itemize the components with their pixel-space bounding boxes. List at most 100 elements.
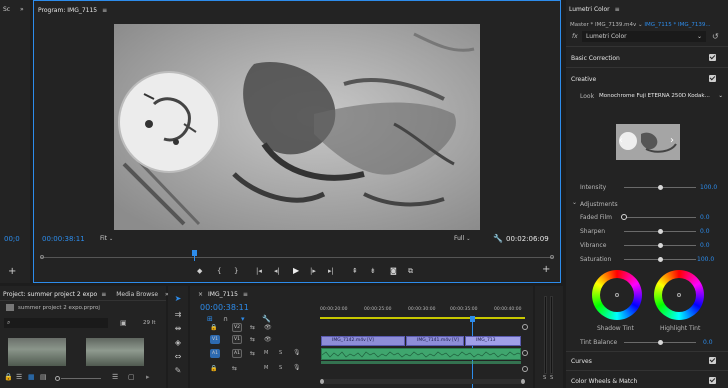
project-thumbnail[interactable]	[8, 338, 66, 366]
saturation-slider-handle[interactable]	[658, 257, 663, 262]
faded-film-value[interactable]: 0.0	[700, 214, 710, 221]
step-back-icon[interactable]: ◂|	[274, 267, 280, 275]
timeline-settings-wrench-icon[interactable]: 🔧	[262, 315, 271, 323]
clip-audio[interactable]	[321, 348, 521, 360]
shadow-tint-wheel[interactable]	[592, 270, 642, 320]
zoom-slider-track[interactable]	[61, 378, 101, 379]
look-next-icon[interactable]: ›	[670, 135, 674, 146]
marker-icon[interactable]: ◆	[197, 267, 202, 275]
go-to-out-icon[interactable]: ▸|	[328, 267, 334, 275]
project-thumbnail[interactable]	[86, 338, 144, 366]
section-color-wheels-match[interactable]: Color Wheels & Match	[571, 378, 637, 385]
section-basic-correction[interactable]: Basic Correction	[571, 55, 620, 62]
new-bin-icon[interactable]: ▣	[120, 319, 127, 327]
color-wheels-checkbox[interactable]	[709, 377, 716, 384]
timeline-tab[interactable]: × IMG_7115 ≡	[198, 287, 248, 301]
go-to-in-icon[interactable]: |◂	[256, 267, 262, 275]
mute-button[interactable]: M	[264, 350, 268, 356]
icon-view-icon[interactable]: ▦	[28, 373, 35, 381]
snap-icon[interactable]: ⊞	[207, 315, 213, 323]
curves-checkbox[interactable]	[709, 357, 716, 364]
mute-button[interactable]: M	[264, 365, 268, 371]
settings-icon[interactable]: ⧉	[408, 267, 413, 276]
new-item-icon[interactable]: ▢	[128, 373, 135, 381]
clip-video[interactable]: IMG_7142.m4v [V]	[321, 336, 405, 346]
out-point-icon[interactable]: }	[234, 267, 238, 275]
track-a1-target[interactable]: A1	[210, 349, 220, 358]
scrub-end-handle[interactable]	[550, 255, 554, 259]
look-previous-icon[interactable]: ‹	[619, 135, 623, 146]
solo-button[interactable]: S	[279, 350, 282, 356]
tint-balance-slider-handle[interactable]	[658, 340, 663, 345]
work-area-bar[interactable]	[320, 317, 525, 319]
sync-lock-icon[interactable]: ⇆	[250, 324, 255, 331]
track-v1-label[interactable]: V1	[232, 335, 242, 344]
creative-checkbox[interactable]	[709, 75, 716, 82]
microphone-icon[interactable]: 🎙	[293, 364, 301, 371]
program-monitor-tab[interactable]: Program: IMG_7115 ≡	[38, 3, 107, 17]
extract-icon[interactable]: ⇟	[370, 267, 376, 275]
slip-tool-icon[interactable]: ⇔	[171, 352, 185, 364]
sync-lock-icon[interactable]: ⇆	[232, 365, 237, 372]
sync-lock-icon[interactable]: ⇆	[250, 336, 255, 343]
lock-icon[interactable]: 🔒	[4, 373, 13, 381]
close-icon[interactable]: ×	[198, 291, 203, 298]
scrollbar-handle-right[interactable]	[521, 379, 525, 384]
track-a1-label[interactable]: A1	[232, 349, 242, 358]
lumetri-tab[interactable]: Lumetri Color ≡	[569, 2, 620, 16]
faded-film-slider-handle[interactable]	[621, 214, 627, 220]
meter-solo-left[interactable]: S	[543, 375, 546, 381]
step-forward-icon[interactable]: |▸	[310, 267, 316, 275]
lock-icon[interactable]: 🔒	[210, 365, 217, 372]
lift-icon[interactable]: ⇞	[352, 267, 358, 275]
panel-menu-icon[interactable]: ≡	[102, 7, 107, 14]
scrollbar-handle-left[interactable]	[320, 379, 324, 384]
timeline-timecode[interactable]: 00:00:38:11	[200, 303, 249, 312]
tint-balance-value[interactable]: 0.0	[703, 339, 713, 346]
panel-menu-icon[interactable]: ≡	[243, 291, 248, 298]
lock-icon[interactable]: 🔒	[210, 324, 217, 331]
resolution-dropdown[interactable]: Full ⌄	[454, 235, 484, 244]
clip-video[interactable]: IMG_7141.m4v [V]	[406, 336, 464, 346]
eye-icon[interactable]: 👁	[264, 324, 272, 331]
clip-video[interactable]: IMG_713	[465, 336, 521, 346]
saturation-value[interactable]: 100.0	[697, 256, 714, 263]
lumetri-clip-selector[interactable]: Master * IMG_7139.m4v ⌄ IMG_7115 * IMG_7…	[570, 22, 711, 28]
scrub-start-handle[interactable]	[40, 255, 44, 259]
highlight-tint-wheel[interactable]	[654, 270, 704, 320]
program-timecode-current[interactable]: 00:00:38:11	[42, 235, 85, 243]
shadow-tint-handle[interactable]	[615, 293, 619, 297]
project-tab[interactable]: Project: summer project 2 expo ≡ Media B…	[3, 287, 169, 301]
play-icon[interactable]: ▶	[293, 266, 299, 275]
track-v2-label[interactable]: V2	[232, 323, 242, 332]
solo-button[interactable]: S	[279, 365, 282, 371]
sharpen-slider-handle[interactable]	[658, 229, 663, 234]
add-marker-icon[interactable]: ▾	[241, 315, 245, 323]
section-curves[interactable]: Curves	[571, 358, 592, 365]
timeline-ruler[interactable]: 00:00:20:00 00:00:25:00 00:00:30:00 00:0…	[320, 307, 532, 321]
chevron-down-icon[interactable]: ⌄	[572, 199, 577, 206]
clip-audio-track2[interactable]	[321, 361, 521, 364]
look-dropdown[interactable]: Monochrome Fuji ETERNA 250D Kodak... ⌄	[599, 93, 723, 99]
selection-tool-icon[interactable]: ➤	[171, 294, 185, 306]
panel-menu-icon[interactable]: ≡	[615, 6, 620, 13]
timeline-horizontal-scrollbar[interactable]	[320, 379, 525, 384]
wrench-icon[interactable]: 🔧	[493, 234, 503, 243]
media-browser-tab[interactable]: Media Browse	[116, 291, 158, 298]
track-select-tool-icon[interactable]: ⇉	[171, 310, 185, 322]
linked-selection-icon[interactable]: ∩	[223, 315, 228, 323]
meter-solo-right[interactable]: S	[550, 375, 553, 381]
adjustments-label[interactable]: Adjustments	[580, 201, 618, 208]
add-button-left[interactable]: +	[8, 266, 16, 277]
vibrance-slider-handle[interactable]	[658, 243, 663, 248]
highlight-tint-handle[interactable]	[677, 293, 681, 297]
fx-effect-dropdown[interactable]: Lumetri Color ⌄	[582, 31, 706, 42]
basic-correction-checkbox[interactable]	[709, 54, 716, 61]
list-view-icon[interactable]: ☰	[16, 373, 22, 381]
razor-tool-icon[interactable]: ◈	[171, 338, 185, 350]
freeform-view-icon[interactable]: ▤	[40, 373, 47, 381]
vibrance-value[interactable]: 0.0	[700, 242, 710, 249]
intensity-slider-handle[interactable]	[658, 185, 663, 190]
left-strip-expand-icon[interactable]: »	[20, 2, 24, 16]
more-icon[interactable]: ▸	[146, 373, 150, 381]
